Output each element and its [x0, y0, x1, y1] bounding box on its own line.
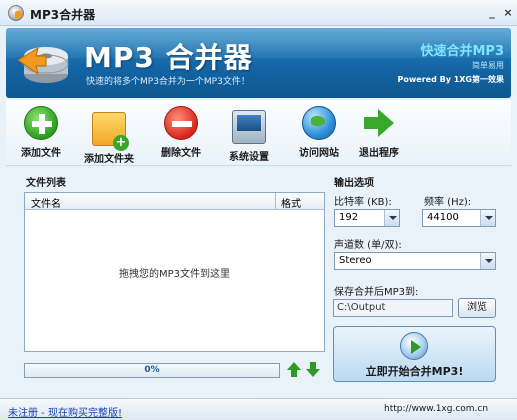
output-path-field[interactable]: C:\Output — [333, 299, 453, 317]
banner-title: MP3 合并器 — [84, 41, 253, 74]
banner-simple: 简单易用 — [472, 61, 504, 70]
exit-label: 退出程序 — [359, 148, 399, 159]
website-url[interactable]: http://www.1xg.com.cn — [384, 404, 488, 414]
channels-value: Stereo — [339, 255, 372, 266]
minimize-button[interactable]: _ — [484, 5, 500, 21]
add-folder-icon — [92, 112, 129, 151]
delete-icon — [164, 106, 198, 140]
window-title: MP3合并器 — [30, 8, 96, 22]
header-banner: MP3 合并器 快速的将多个MP3合并为一个MP3文件！ 快速合并MP3 简单易… — [6, 28, 511, 98]
column-filename[interactable]: 文件名 — [31, 195, 61, 210]
settings-monitor-icon — [232, 110, 266, 144]
start-merge-label: 立即开始合并MP3! — [365, 365, 464, 378]
chevron-down-icon — [480, 253, 495, 269]
drop-hint: 拖拽您的MP3文件到这里 — [118, 269, 231, 280]
banner-slogan: 快速合并MP3 — [420, 44, 504, 59]
add-file-label: 添加文件 — [21, 148, 61, 159]
frequency-label: 频率 (Hz): — [424, 197, 472, 208]
move-down-icon[interactable] — [306, 362, 320, 378]
bitrate-value: 192 — [339, 212, 359, 223]
exit-button[interactable]: 退出程序 — [344, 106, 414, 159]
delete-file-label: 删除文件 — [161, 148, 201, 159]
bitrate-select[interactable]: 192 — [334, 209, 400, 227]
channels-select[interactable]: Stereo — [334, 252, 496, 270]
globe-icon — [302, 106, 336, 140]
play-icon — [400, 332, 428, 360]
chevron-down-icon — [480, 210, 495, 226]
banner-subtitle: 快速的将多个MP3合并为一个MP3文件！ — [86, 77, 250, 87]
frequency-select[interactable]: 44100 — [422, 209, 496, 227]
settings-label: 系统设置 — [229, 152, 269, 163]
file-list-header: 文件名 格式 — [25, 193, 324, 210]
disk-logo-icon — [17, 46, 69, 83]
move-up-icon[interactable] — [287, 362, 301, 378]
chevron-down-icon — [384, 210, 399, 226]
output-title: 输出选项 — [334, 178, 374, 189]
progress-bar: 0% — [24, 363, 280, 378]
exit-arrow-icon — [362, 106, 396, 140]
filelist-title: 文件列表 — [26, 178, 66, 189]
banner-powered: Powered By 1XG第一效果 — [397, 75, 504, 84]
file-list[interactable]: 文件名 格式 拖拽您的MP3文件到这里 — [24, 192, 325, 352]
frequency-value: 44100 — [427, 212, 459, 223]
channels-label: 声道数 (单/双): — [334, 240, 402, 251]
title-bar: MP3合并器 _ × — [0, 0, 517, 26]
register-link[interactable]: 未注册 - 现在购买完整版! — [8, 404, 122, 419]
status-bar: 未注册 - 现在购买完整版! http://www.1xg.com.cn — [0, 398, 517, 420]
add-folder-button[interactable]: 添加文件夹 — [74, 106, 144, 165]
bitrate-label: 比特率 (KB): — [334, 197, 392, 208]
toolbar: 添加文件 添加文件夹 删除文件 系统设置 访问网站 退出程序 — [6, 100, 511, 166]
close-button[interactable]: × — [500, 5, 516, 21]
add-file-icon — [24, 106, 58, 140]
column-format[interactable]: 格式 — [281, 195, 301, 210]
app-icon — [8, 5, 24, 21]
start-merge-button[interactable]: 立即开始合并MP3! — [333, 326, 496, 382]
add-folder-label: 添加文件夹 — [84, 154, 134, 165]
add-file-button[interactable]: 添加文件 — [6, 106, 76, 159]
delete-file-button[interactable]: 删除文件 — [146, 106, 216, 159]
browse-button[interactable]: 浏览 — [458, 298, 496, 318]
progress-label: 0% — [144, 365, 160, 375]
save-to-label: 保存合并后MP3到: — [334, 287, 419, 298]
settings-button[interactable]: 系统设置 — [214, 106, 284, 163]
